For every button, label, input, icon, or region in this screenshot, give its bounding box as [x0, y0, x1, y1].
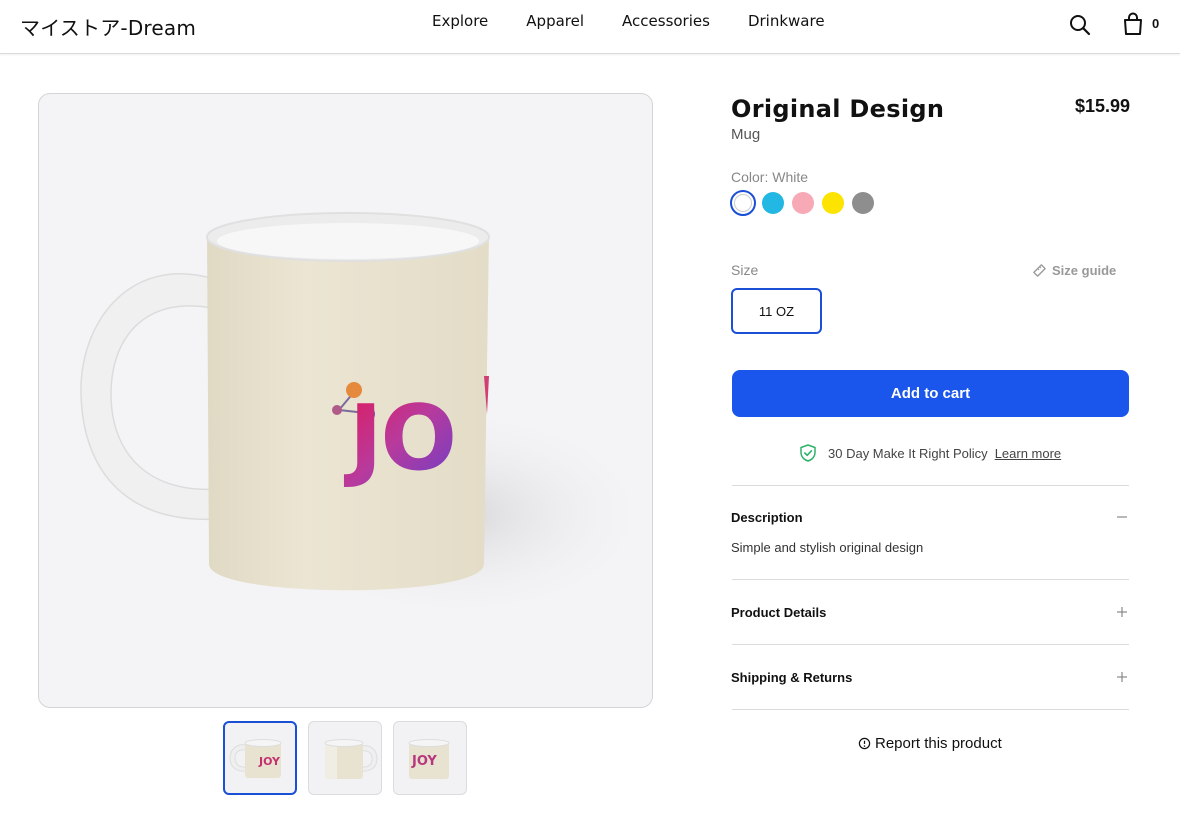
store-brand[interactable]: マイストア-Dream [20, 12, 196, 41]
report-label: Report this product [875, 735, 1002, 752]
nav-apparel[interactable]: Apparel [526, 12, 584, 30]
shipping-returns-header[interactable]: Shipping & Returns [731, 670, 852, 685]
swatch-pink[interactable] [792, 192, 814, 214]
color-swatches [730, 190, 882, 216]
thumbnail-3[interactable]: JOY [393, 721, 467, 795]
mug-thumbnail-image: JOY [408, 739, 450, 779]
thumbnail-1[interactable]: JOY [223, 721, 297, 795]
swatch-yellow[interactable] [822, 192, 844, 214]
swatch-white[interactable] [730, 190, 756, 216]
search-icon [1070, 15, 1091, 36]
expand-shipping-returns-button[interactable] [1115, 670, 1129, 684]
ruler-icon [1033, 264, 1046, 277]
product-title: Original Design [731, 95, 945, 123]
divider [732, 709, 1129, 710]
main-nav: Explore Apparel Accessories Drinkware [432, 12, 863, 30]
size-guide-link[interactable]: Size guide [1032, 263, 1116, 278]
swatch-gray[interactable] [852, 192, 874, 214]
size-option-11oz[interactable]: 11 OZ [731, 288, 822, 334]
mug-thumbnail-image: JOY [229, 739, 282, 778]
color-label: Color: White [731, 169, 809, 185]
divider [732, 644, 1129, 645]
swatch-white-fill [734, 194, 752, 212]
add-to-cart-button[interactable]: Add to cart [732, 370, 1129, 417]
nav-drinkware[interactable]: Drinkware [748, 12, 825, 30]
shield-check-icon [800, 444, 816, 462]
thumbnail-strip: JOY JOY [223, 721, 478, 795]
size-label: Size [731, 262, 759, 278]
site-header: マイストア-Dream Explore Apparel Accessories … [0, 0, 1180, 54]
divider [732, 485, 1129, 486]
collapse-description-button[interactable] [1115, 510, 1129, 524]
nav-explore[interactable]: Explore [432, 12, 488, 30]
description-header[interactable]: Description [731, 510, 803, 525]
policy-line: 30 Day Make It Right Policy Learn more [800, 444, 1061, 462]
learn-more-link[interactable]: Learn more [995, 446, 1061, 461]
product-type: Mug [731, 126, 761, 143]
swatch-cyan[interactable] [762, 192, 784, 214]
cart-count: 0 [1152, 16, 1160, 31]
plus-icon [1117, 607, 1127, 617]
svg-text:JOY: JOY [258, 755, 281, 768]
product-main-image[interactable]: JO [38, 93, 653, 708]
search-button[interactable] [1068, 13, 1092, 37]
svg-text:JOY: JOY [411, 754, 437, 769]
cart-button[interactable]: 0 [1122, 12, 1162, 38]
product-details-header[interactable]: Product Details [731, 605, 826, 620]
report-product-link[interactable]: Report this product [858, 735, 1002, 752]
svg-text:JO: JO [343, 386, 455, 491]
policy-text: 30 Day Make It Right Policy [828, 445, 988, 461]
nav-accessories[interactable]: Accessories [622, 12, 710, 30]
divider [732, 579, 1129, 580]
size-guide-label: Size guide [1052, 263, 1117, 278]
product-price: $15.99 [1075, 96, 1131, 116]
description-body: Simple and stylish original design [731, 540, 924, 555]
alert-circle-icon [858, 737, 871, 750]
mug-thumbnail-image [324, 739, 378, 779]
minus-icon [1117, 516, 1127, 518]
mug-image: JO [80, 212, 652, 624]
plus-icon [1117, 672, 1127, 682]
shopping-bag-icon [1124, 12, 1142, 35]
expand-product-details-button[interactable] [1115, 605, 1129, 619]
thumbnail-2[interactable] [308, 721, 382, 795]
